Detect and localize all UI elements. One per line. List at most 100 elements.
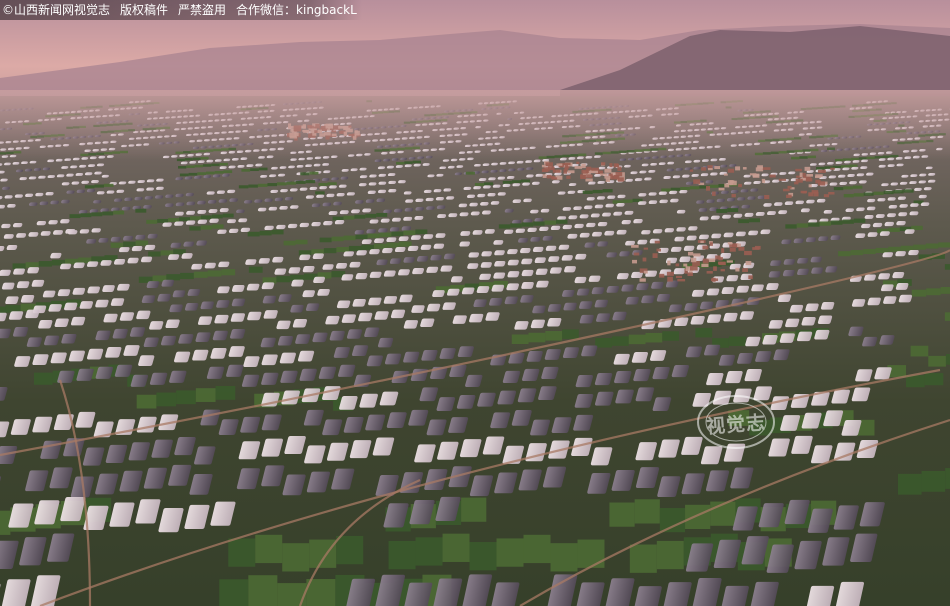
- field-patch: [465, 171, 475, 175]
- field-patch: [343, 235, 356, 241]
- field-patch: [355, 234, 368, 240]
- village-house: [599, 173, 608, 176]
- village-house: [605, 177, 611, 182]
- field-patch: [186, 165, 195, 168]
- field-patch: [728, 336, 746, 347]
- greenhouse: [768, 320, 783, 329]
- village-house: [745, 261, 752, 266]
- greenhouse: [479, 273, 492, 280]
- village-house: [727, 168, 735, 173]
- greenhouse: [426, 266, 439, 273]
- greenhouse: [768, 271, 781, 278]
- village-house: [701, 167, 706, 171]
- greenhouse: [797, 268, 809, 275]
- greenhouse: [606, 285, 620, 293]
- greenhouse: [739, 311, 755, 320]
- greenhouse: [231, 298, 246, 307]
- field-patch: [206, 171, 215, 175]
- credit-warning: 严禁盗用: [178, 3, 227, 17]
- greenhouse: [612, 311, 627, 321]
- village-house: [786, 194, 792, 198]
- field-patch: [286, 181, 297, 185]
- field-patch: [415, 537, 443, 566]
- greenhouse: [383, 296, 398, 304]
- greenhouse: [867, 297, 881, 306]
- greenhouse: [817, 315, 833, 324]
- field-patch: [849, 164, 858, 168]
- greenhouse: [521, 282, 534, 289]
- field-patch: [178, 165, 187, 169]
- greenhouse: [157, 293, 171, 302]
- field-patch: [219, 162, 228, 166]
- greenhouse: [200, 301, 214, 310]
- greenhouse: [801, 317, 816, 326]
- greenhouse: [5, 296, 19, 305]
- village-house: [769, 174, 776, 178]
- village-house: [675, 263, 680, 267]
- greenhouse: [290, 304, 304, 313]
- village-house: [542, 174, 547, 178]
- greenhouse: [355, 273, 368, 280]
- greenhouse: [878, 273, 891, 280]
- field-patch: [259, 230, 272, 236]
- field-patch: [135, 240, 149, 246]
- field-patch: [863, 192, 874, 196]
- greenhouse: [530, 319, 546, 329]
- field-patch: [248, 266, 263, 273]
- village-house: [742, 167, 747, 170]
- village-house: [610, 175, 619, 180]
- village-house: [675, 275, 683, 279]
- field-patch: [197, 172, 207, 175]
- village-house: [729, 244, 737, 248]
- village-house: [711, 277, 716, 282]
- field-patch: [611, 336, 629, 346]
- field-patch: [545, 331, 563, 341]
- greenhouse: [70, 316, 86, 326]
- greenhouse: [432, 290, 445, 298]
- greenhouse: [403, 320, 419, 329]
- field-patch: [323, 248, 337, 254]
- field-patch: [148, 251, 161, 257]
- field-patch: [656, 540, 684, 570]
- field-patch: [938, 242, 950, 248]
- village-house: [735, 166, 741, 171]
- village-house: [654, 240, 660, 244]
- field-patch: [816, 166, 825, 170]
- field-patch: [214, 170, 224, 174]
- village-house: [658, 273, 665, 278]
- greenhouse: [596, 313, 611, 322]
- field-patch: [336, 535, 364, 565]
- village-house: [541, 168, 549, 173]
- village-house: [715, 255, 721, 260]
- field-patch: [842, 219, 854, 224]
- village-house: [615, 163, 620, 167]
- greenhouse: [119, 312, 135, 321]
- field-patch: [689, 186, 700, 190]
- greenhouse: [805, 303, 819, 312]
- village-house: [574, 166, 583, 169]
- greenhouse: [64, 302, 78, 311]
- village-house: [708, 258, 716, 263]
- field-patch: [511, 180, 522, 184]
- field-patch: [343, 215, 355, 220]
- field-patch: [944, 264, 950, 270]
- village-house: [712, 191, 716, 196]
- greenhouse: [16, 281, 30, 289]
- field-patch: [12, 263, 26, 269]
- field-patch: [305, 180, 316, 184]
- watermark-logo: 视觉志: [688, 388, 798, 458]
- field-patch: [25, 262, 39, 268]
- greenhouse: [146, 281, 160, 288]
- greenhouse: [110, 298, 125, 306]
- greenhouse: [461, 287, 475, 295]
- greenhouse: [706, 314, 722, 323]
- greenhouse: [172, 290, 186, 298]
- greenhouse: [103, 313, 118, 323]
- greenhouse: [851, 299, 866, 307]
- field-patch: [102, 211, 114, 216]
- field-patch: [510, 223, 522, 228]
- village-house: [706, 270, 713, 274]
- greenhouse: [506, 283, 520, 291]
- greenhouse: [668, 304, 683, 313]
- village-house: [556, 163, 563, 166]
